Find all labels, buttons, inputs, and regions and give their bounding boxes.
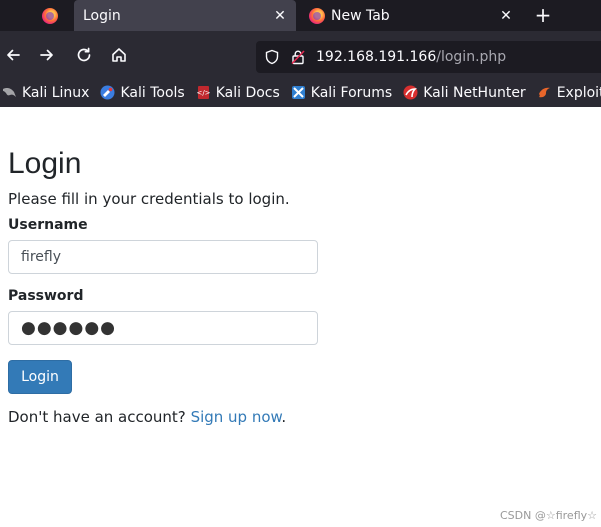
- watermark: CSDN @☆firefly☆: [500, 509, 597, 522]
- kali-nethunter-icon: [403, 85, 418, 100]
- insecure-lock-icon: [291, 50, 305, 65]
- shield-icon: [265, 49, 279, 65]
- arrow-left-icon: [7, 49, 20, 61]
- bookmark-kali-docs[interactable]: </> Kali Docs: [196, 85, 280, 101]
- username-label: Username: [8, 217, 88, 233]
- password-value: ●●●●●●: [21, 318, 117, 338]
- reload-button[interactable]: [73, 44, 95, 66]
- tab-pinned-firefox[interactable]: [30, 0, 70, 31]
- tab-login[interactable]: Login ✕: [74, 0, 296, 31]
- page-title: Login: [8, 147, 82, 180]
- bookmark-kali-forums[interactable]: Kali Forums: [291, 85, 392, 101]
- url-host: 192.168.191.166: [316, 49, 437, 65]
- back-button[interactable]: [2, 44, 24, 66]
- bookmark-label: Kali NetHunter: [423, 84, 526, 101]
- kali-docs-icon: </>: [196, 85, 211, 100]
- page-content: Login Please fill in your credentials to…: [0, 107, 601, 527]
- url-bar[interactable]: 192.168.191.166/login.php: [256, 41, 601, 73]
- bookmark-label: Kali Linux: [22, 84, 90, 101]
- home-button[interactable]: [108, 44, 130, 66]
- password-label: Password: [8, 288, 84, 304]
- tab-new-tab[interactable]: New Tab ✕: [306, 0, 522, 31]
- kali-dragon-icon: [2, 85, 17, 100]
- bookmark-label: Kali Forums: [310, 84, 393, 101]
- signup-prompt: Don't have an account? Sign up now.: [8, 408, 286, 426]
- signup-link[interactable]: Sign up now: [191, 408, 282, 426]
- new-tab-button[interactable]: +: [533, 3, 553, 27]
- login-button[interactable]: Login: [8, 360, 72, 394]
- close-icon[interactable]: ✕: [496, 8, 516, 24]
- username-value: firefly: [21, 249, 61, 265]
- exploit-db-icon: [537, 85, 552, 100]
- kali-tools-icon: [100, 85, 115, 100]
- forward-button[interactable]: [36, 44, 58, 66]
- tab-bar: Login ✕ New Tab ✕ +: [0, 0, 601, 31]
- svg-text:</>: </>: [196, 89, 210, 97]
- kali-forums-icon: [291, 85, 306, 100]
- navigation-toolbar: 192.168.191.166/login.php: [0, 31, 601, 78]
- bookmark-kali-tools[interactable]: Kali Tools: [100, 84, 185, 101]
- tab-title: Login: [83, 7, 121, 24]
- reload-icon: [77, 47, 91, 62]
- close-icon[interactable]: ✕: [270, 8, 290, 24]
- bookmarks-toolbar: Kali Linux Kali Tools </> Kali Docs Kali…: [0, 78, 601, 107]
- home-icon: [112, 48, 126, 62]
- bookmark-label: Kali Tools: [120, 84, 185, 101]
- bookmark-exploit-db[interactable]: Exploit-DB: [537, 85, 601, 101]
- bookmark-kali-nethunter[interactable]: Kali NetHunter: [403, 84, 526, 101]
- password-field[interactable]: ●●●●●●: [8, 311, 318, 345]
- signup-prompt-text: Don't have an account?: [8, 408, 186, 426]
- url-path: /login.php: [436, 49, 507, 65]
- arrow-right-icon: [40, 49, 53, 61]
- bookmark-label: Kali Docs: [215, 84, 280, 101]
- page-subtitle: Please fill in your credentials to login…: [8, 190, 290, 208]
- signup-suffix: .: [281, 408, 287, 426]
- firefox-icon: [42, 7, 58, 24]
- bookmark-kali-linux[interactable]: Kali Linux: [2, 85, 89, 101]
- bookmark-label: Exploit-DB: [556, 84, 601, 101]
- username-field[interactable]: firefly: [8, 240, 318, 274]
- tab-title: New Tab: [331, 7, 390, 24]
- firefox-icon: [309, 7, 325, 24]
